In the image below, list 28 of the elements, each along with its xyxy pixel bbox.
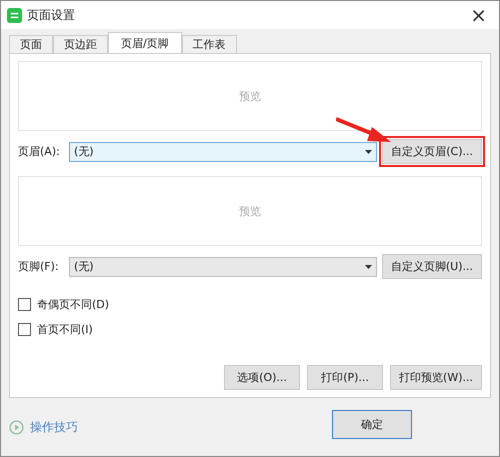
dropdown-field[interactable]: (无) — [69, 256, 377, 276]
checkbox-label: 奇偶页不同(D) — [37, 297, 110, 312]
caret-icon — [365, 150, 372, 154]
custom-button[interactable]: 自定义页眉(C)... — [382, 139, 482, 164]
custom-button[interactable]: 自定义页脚(U)... — [382, 254, 482, 279]
tips-link[interactable]: 操作技巧 — [30, 418, 78, 436]
preview-label: 预览 — [239, 88, 261, 104]
pointer-arrow — [336, 117, 392, 145]
close-button[interactable]: × — [464, 3, 493, 27]
tab[interactable]: 页面 — [9, 35, 53, 53]
dialog-button[interactable]: 选项(O)... — [224, 365, 300, 390]
field-label: 页脚(F): — [18, 259, 60, 274]
window-title: 页面设置 — [27, 6, 75, 24]
app-logo-icon — [7, 8, 22, 22]
ok-button[interactable]: 确定 — [332, 410, 412, 439]
checkbox-label: 首页不同(I) — [37, 322, 93, 337]
checkbox[interactable] — [18, 323, 31, 336]
tab[interactable]: 页眉/页脚 — [108, 32, 182, 53]
preview-label: 预览 — [239, 204, 261, 218]
dialog-button[interactable]: 打印预览(W)... — [390, 365, 482, 390]
caret-icon — [364, 264, 372, 268]
dropdown-field[interactable]: (无) — [69, 142, 378, 162]
checkbox[interactable] — [18, 298, 31, 311]
dialog-button[interactable]: 打印(P)... — [307, 365, 384, 390]
field-label: 页眉(A): — [18, 144, 61, 159]
tab[interactable]: 页边距 — [53, 35, 108, 53]
tab[interactable]: 工作表 — [182, 35, 237, 53]
play-icon — [9, 420, 24, 434]
